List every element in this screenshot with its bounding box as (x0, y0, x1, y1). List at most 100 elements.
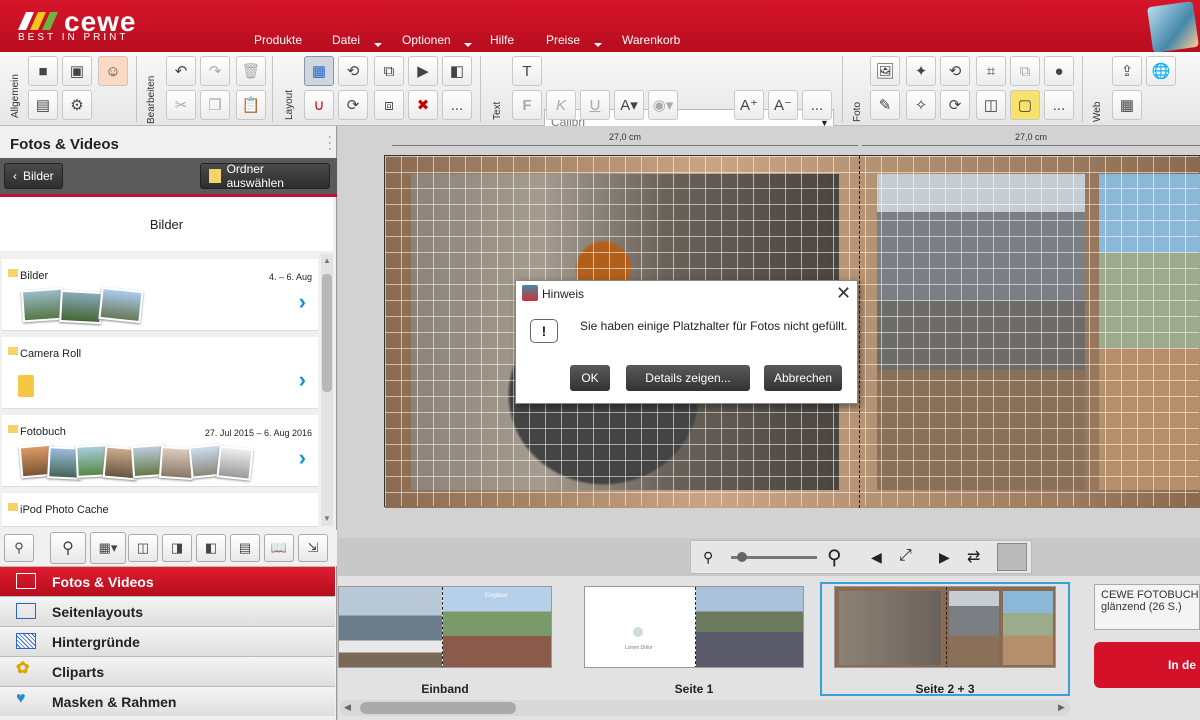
arrange-front-icon[interactable]: ⧉ (374, 56, 404, 86)
globe-icon[interactable]: 🌐 (1146, 56, 1176, 86)
menu-optionen[interactable]: Optionen (402, 33, 451, 47)
zoom-slider-knob[interactable] (737, 552, 747, 562)
cancel-button[interactable]: Abbrechen (764, 365, 842, 391)
photo-frame-icon[interactable]: ▢ (1010, 90, 1040, 120)
add-text-icon[interactable]: T (512, 56, 542, 86)
scroll-up-icon[interactable]: ▲ (323, 256, 331, 265)
view-grid-icon[interactable]: ▦▾ (90, 532, 126, 564)
scroll-left-icon[interactable]: ◀ (344, 702, 351, 713)
underline-button[interactable]: U (580, 90, 610, 120)
choose-folder-button[interactable]: Ordner auswählen (200, 162, 330, 190)
open-project-icon[interactable]: ▣ (62, 56, 92, 86)
back-button[interactable]: ‹ Bilder (4, 163, 63, 189)
menu-datei[interactable]: Datei (332, 33, 360, 47)
book-view-icon[interactable]: 📖 (264, 534, 294, 562)
chevron-right-icon[interactable]: › (299, 289, 306, 315)
avatar-icon[interactable]: ☺ (98, 56, 128, 86)
undo-icon[interactable]: ↶ (166, 56, 196, 86)
folder-list-scroll-thumb[interactable] (322, 274, 332, 392)
layout-more-button[interactable]: ... (442, 90, 472, 120)
product-preview-icon[interactable] (1147, 1, 1199, 53)
font-shrink-button[interactable]: A⁻ (768, 90, 798, 120)
photo-layout-icon[interactable]: ◫ (976, 90, 1006, 120)
tab-cliparts[interactable]: ✿ Cliparts (0, 656, 335, 686)
swap-pages-icon[interactable]: ⇄ (967, 547, 980, 567)
bold-button[interactable]: F (512, 90, 542, 120)
menu-warenkorb[interactable]: Warenkorb (622, 33, 680, 47)
text-color-icon[interactable]: A▾ (614, 90, 644, 120)
add-photo-icon[interactable]: 🖼 (870, 56, 900, 86)
fill-color-icon[interactable]: ◉▾ (648, 90, 678, 120)
rotate-right-icon[interactable]: ⟳ (338, 90, 368, 120)
scroll-down-icon[interactable]: ▼ (323, 514, 331, 523)
layout-option-1-icon[interactable]: ◫ (128, 534, 158, 562)
save-as-icon[interactable]: ▤ (28, 90, 58, 120)
italic-button[interactable]: K (546, 90, 576, 120)
photo-swap-icon[interactable]: ⧉ (1010, 56, 1040, 86)
filmstrip-toggle-icon[interactable] (997, 543, 1027, 571)
font-grow-button[interactable]: A⁺ (734, 90, 764, 120)
delete-page-icon[interactable]: ✖ (408, 90, 438, 120)
photo-flip-icon[interactable]: ⟳ (940, 90, 970, 120)
zoom-in-icon[interactable]: ⚲ (827, 545, 842, 570)
copy-icon[interactable]: ❐ (200, 90, 230, 120)
zoom-out-icon[interactable]: ⚲ (703, 549, 713, 566)
layout-option-2-icon[interactable]: ◨ (162, 534, 192, 562)
grid-toggle-icon[interactable]: ▦ (304, 56, 334, 86)
web-gallery-icon[interactable]: ▦ (1112, 90, 1142, 120)
cewe-logo[interactable]: cewe BEST IN PRINT (18, 8, 148, 44)
upload-icon[interactable]: ⇪ (1112, 56, 1142, 86)
zoom-in-icon[interactable]: ⚲ (50, 532, 86, 564)
folder-card-bilder[interactable]: Bilder 4. – 6. Aug › (2, 259, 318, 331)
ok-button[interactable]: OK (570, 365, 610, 391)
folder-card-camera-roll[interactable]: Camera Roll › (2, 337, 318, 409)
photo-rotate-icon[interactable]: ⟲ (940, 56, 970, 86)
product-info[interactable]: CEWE FOTOBUCH Gr glänzend (26 S.) (1094, 584, 1200, 630)
folder-card-ipod-photo-cache[interactable]: iPod Photo Cache (2, 493, 318, 527)
tab-masken-rahmen[interactable]: ♥ Masken & Rahmen (0, 686, 335, 716)
redo-icon[interactable]: ↷ (200, 56, 230, 86)
fit-to-screen-icon[interactable]: ⤢ (899, 547, 912, 565)
tab-hintergruende[interactable]: Hintergründe (0, 626, 335, 656)
panel-drag-handle-icon[interactable]: · · · (328, 132, 332, 155)
text-more-button[interactable]: ... (802, 90, 832, 120)
photo-mask-icon[interactable]: ● (1044, 56, 1074, 86)
photo-effects-icon[interactable]: ✦ (906, 56, 936, 86)
folder-card-fotobuch[interactable]: Fotobuch 27. Jul 2015 – 6. Aug 2016 › (2, 415, 318, 487)
arrange-back-icon[interactable]: ⧈ (374, 90, 404, 120)
photo-edit-icon[interactable]: ✎ (870, 90, 900, 120)
save-icon[interactable]: ■ (28, 56, 58, 86)
next-page-icon[interactable]: ▶ (939, 549, 950, 566)
close-icon[interactable]: ✕ (836, 283, 851, 304)
photo-filter-icon[interactable]: ✧ (906, 90, 936, 120)
add-to-cart-button[interactable]: In de (1094, 642, 1200, 688)
delete-icon[interactable]: 🗑 (236, 56, 266, 86)
magnet-icon[interactable]: ∪ (304, 90, 334, 120)
tab-seitenlayouts[interactable]: Seitenlayouts (0, 596, 335, 626)
scroll-right-icon[interactable]: ▶ (1058, 702, 1065, 713)
layout-pages-icon[interactable]: ◧ (442, 56, 472, 86)
page-thumb-einband[interactable]: England (338, 586, 552, 668)
previous-page-icon[interactable]: ◀ (871, 549, 882, 566)
photo-crop-icon[interactable]: ⌗ (976, 56, 1006, 86)
settings-gear-icon[interactable]: ⚙ (62, 90, 92, 120)
rotate-left-icon[interactable]: ⟲ (338, 56, 368, 86)
menu-hilfe[interactable]: Hilfe (490, 33, 514, 47)
menu-preise[interactable]: Preise (546, 33, 580, 47)
chevron-right-icon[interactable]: › (299, 445, 306, 471)
photo-more-button[interactable]: ... (1044, 90, 1074, 120)
tab-fotos-videos[interactable]: Fotos & Videos (0, 566, 335, 596)
menu-produkte[interactable]: Produkte (254, 33, 302, 47)
zoom-out-icon[interactable]: ⚲ (4, 534, 34, 562)
layout-option-4-icon[interactable]: ▤ (230, 534, 260, 562)
chevron-right-icon[interactable]: › (299, 367, 306, 393)
details-button[interactable]: Details zeigen... (626, 365, 750, 391)
page-thumb-seite-1[interactable]: Lorem Dolor (584, 586, 804, 668)
layout-option-3-icon[interactable]: ◧ (196, 534, 226, 562)
cut-icon[interactable]: ✂ (166, 90, 196, 120)
insert-page-icon[interactable]: ▶ (408, 56, 438, 86)
page-thumb-seite-2-3[interactable] (834, 586, 1056, 668)
paste-icon[interactable]: 📋 (236, 90, 266, 120)
export-icon[interactable]: ⇲ (298, 534, 328, 562)
filmstrip-scroll-thumb[interactable] (360, 702, 516, 714)
